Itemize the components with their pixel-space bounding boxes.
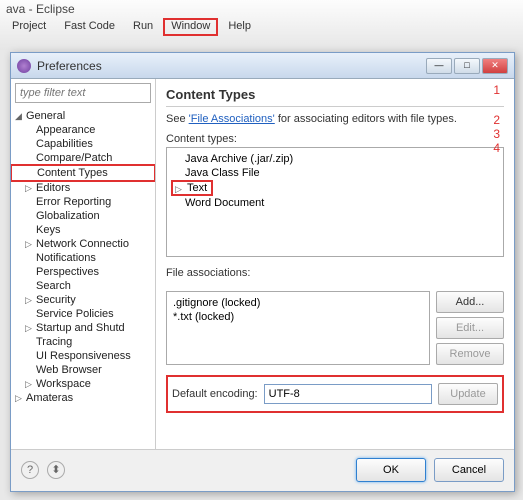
app-title: ava - Eclipse: [0, 0, 523, 18]
tree-item[interactable]: Service Policies: [11, 307, 155, 321]
file-association-item[interactable]: .gitignore (locked): [171, 296, 425, 310]
tree-item[interactable]: Compare/Patch: [11, 151, 155, 165]
update-button[interactable]: Update: [438, 383, 498, 405]
tree-root-amateras[interactable]: ▷Amateras: [11, 391, 155, 405]
tree-item[interactable]: Appearance: [11, 123, 155, 137]
menu-project[interactable]: Project: [4, 18, 54, 36]
menu-window[interactable]: Window: [163, 18, 218, 36]
ok-button[interactable]: OK: [356, 458, 426, 482]
page-title: Content Types: [166, 87, 504, 102]
tree-item[interactable]: Capabilities: [11, 137, 155, 151]
tree-item[interactable]: Web Browser: [11, 363, 155, 377]
tree-item[interactable]: ▷Network Connectio: [11, 237, 155, 251]
tree-item[interactable]: UI Responsiveness: [11, 349, 155, 363]
menu-run[interactable]: Run: [125, 18, 161, 36]
content-type-item[interactable]: ▷Text: [171, 180, 213, 196]
tree-item[interactable]: Globalization: [11, 209, 155, 223]
close-button[interactable]: ✕: [482, 58, 508, 74]
remove-button[interactable]: Remove: [436, 343, 504, 365]
dialog-icon: [17, 59, 31, 73]
menubar: Project Fast Code Run Window Help: [0, 18, 523, 36]
file-associations-list[interactable]: .gitignore (locked)*.txt (locked): [166, 291, 430, 365]
tree-item[interactable]: Error Reporting: [11, 195, 155, 209]
content-type-item[interactable]: Java Archive (.jar/.zip): [171, 152, 499, 166]
add-button[interactable]: Add...: [436, 291, 504, 313]
edit-button[interactable]: Edit...: [436, 317, 504, 339]
default-encoding-input[interactable]: [264, 384, 432, 404]
preferences-dialog: Preferences — □ ✕ ◢General AppearanceCap…: [10, 52, 515, 492]
dialog-title: Preferences: [37, 59, 424, 73]
content-type-item[interactable]: Java Class File: [171, 166, 499, 180]
filter-input[interactable]: [15, 83, 151, 103]
tree-item[interactable]: ▷Security: [11, 293, 155, 307]
minimize-button[interactable]: —: [426, 58, 452, 74]
cancel-button[interactable]: Cancel: [434, 458, 504, 482]
content-types-list[interactable]: Java Archive (.jar/.zip)Java Class File▷…: [166, 147, 504, 257]
file-associations-label: File associations:: [166, 267, 504, 279]
default-encoding-label: Default encoding:: [172, 388, 258, 400]
menu-fastcode[interactable]: Fast Code: [56, 18, 123, 36]
content-types-label: Content types:: [166, 133, 504, 145]
content-type-item[interactable]: Word Document: [171, 196, 499, 210]
tree-root-general[interactable]: ◢General: [11, 109, 155, 123]
tree-item[interactable]: Notifications: [11, 251, 155, 265]
file-associations-link[interactable]: 'File Associations': [189, 113, 275, 125]
tree-item[interactable]: Tracing: [11, 335, 155, 349]
menu-help[interactable]: Help: [220, 18, 259, 36]
help-icon-2[interactable]: ⬍: [47, 461, 65, 479]
tree-item[interactable]: Content Types: [11, 164, 155, 182]
tree-item[interactable]: Perspectives: [11, 265, 155, 279]
description: See 'File Associations' for associating …: [166, 113, 504, 125]
tree-item[interactable]: ▷Startup and Shutd: [11, 321, 155, 335]
file-association-item[interactable]: *.txt (locked): [171, 310, 425, 324]
tree-item[interactable]: Search: [11, 279, 155, 293]
maximize-button[interactable]: □: [454, 58, 480, 74]
tree-item[interactable]: Keys: [11, 223, 155, 237]
tree-item[interactable]: ▷Editors: [11, 181, 155, 195]
tree-item[interactable]: ▷Workspace: [11, 377, 155, 391]
preferences-tree[interactable]: ◢General AppearanceCapabilitiesCompare/P…: [11, 107, 155, 449]
help-icon[interactable]: ?: [21, 461, 39, 479]
